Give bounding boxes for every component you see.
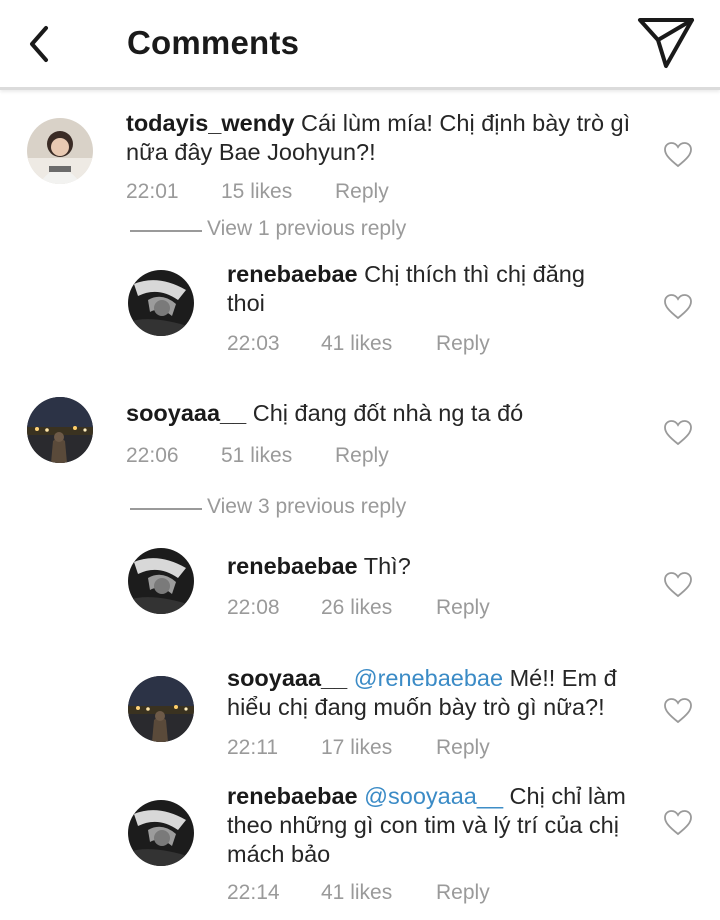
chevron-left-icon	[30, 26, 48, 62]
comment-text: todayis_wendy Cái lùm mía! Chị định bày …	[126, 109, 646, 167]
comment-body: Chị thích thì chị đăng	[364, 261, 585, 287]
comment-body: Chị đang đốt nhà ng ta đó	[252, 400, 524, 426]
comment-time: 22:08	[227, 596, 280, 619]
view-previous-label: View 1 previous reply	[207, 217, 407, 240]
comment-text: renebaebae Thì?	[227, 552, 647, 581]
paper-plane-icon	[638, 18, 694, 68]
heart-icon[interactable]	[664, 142, 692, 168]
comment-body: theo những gì con tim và lý trí của chị	[227, 812, 619, 838]
comment-meta: 22:06 51 likes Reply	[126, 444, 426, 470]
view-previous-label: View 3 previous reply	[207, 495, 407, 518]
comment-meta: 22:01 15 likes Reply	[126, 180, 426, 206]
heart-icon[interactable]	[664, 294, 692, 320]
like-count[interactable]: 41 likes	[321, 881, 392, 905]
comment-body: hiểu chị đang muốn bày trò gì nữa?!	[227, 694, 605, 720]
comment-text: sooyaaa__ @renebaebae Mé!! Em đ hiểu chị…	[227, 664, 647, 722]
avatar[interactable]	[128, 548, 194, 614]
comment-text: sooyaaa__ Chị đang đốt nhà ng ta đó	[126, 399, 646, 428]
avatar[interactable]	[128, 270, 194, 336]
like-count[interactable]: 41 likes	[321, 332, 392, 356]
comment-meta: 22:14 41 likes Reply	[227, 881, 527, 907]
send-button[interactable]	[636, 14, 698, 72]
comment-body: Cái lùm mía! Chị định bày trò gì	[301, 110, 631, 136]
comment-text: renebaebae @sooyaaa__ Chị chỉ làm theo n…	[227, 782, 647, 869]
avatar[interactable]	[128, 676, 194, 742]
comment-meta: 22:11 17 likes Reply	[227, 736, 527, 762]
back-button[interactable]	[22, 22, 62, 66]
like-count[interactable]: 17 likes	[321, 736, 392, 760]
reply-button[interactable]: Reply	[436, 736, 490, 760]
avatar[interactable]	[128, 800, 194, 866]
reply-button[interactable]: Reply	[436, 332, 490, 356]
divider-line	[130, 230, 202, 232]
comment-username[interactable]: renebaebae	[227, 553, 358, 579]
comment-time: 22:11	[227, 736, 278, 759]
comment-username[interactable]: renebaebae	[227, 261, 358, 287]
comment-username[interactable]: renebaebae	[227, 783, 358, 809]
comment-meta: 22:08 26 likes Reply	[227, 596, 527, 622]
comment-time: 22:01	[126, 180, 179, 203]
comment-body: Chị chỉ làm	[509, 783, 626, 809]
comment-time: 22:06	[126, 444, 179, 467]
comment-meta: 22:03 41 likes Reply	[227, 332, 527, 358]
comment-username[interactable]: sooyaaa__	[126, 400, 246, 426]
comment-body: thoi	[227, 290, 265, 316]
page-title: Comments	[127, 24, 300, 61]
comment-time: 22:14	[227, 881, 280, 904]
reply-button[interactable]: Reply	[436, 596, 490, 620]
mention-link[interactable]: @renebaebae	[354, 665, 503, 691]
heart-icon[interactable]	[664, 810, 692, 836]
like-count[interactable]: 15 likes	[221, 180, 292, 204]
reply-button[interactable]: Reply	[335, 180, 389, 204]
comment-username[interactable]: sooyaaa__	[227, 665, 347, 691]
heart-icon[interactable]	[664, 698, 692, 724]
like-count[interactable]: 51 likes	[221, 444, 292, 468]
avatar[interactable]	[27, 397, 93, 463]
heart-icon[interactable]	[664, 420, 692, 446]
reply-button[interactable]: Reply	[436, 881, 490, 905]
comment-body: Mé!! Em đ	[509, 665, 617, 691]
comment-body: mách bảo	[227, 841, 331, 867]
heart-icon[interactable]	[664, 572, 692, 598]
avatar[interactable]	[27, 118, 93, 184]
divider-line	[130, 508, 202, 510]
comments-header: Comments	[0, 0, 720, 90]
comment-text: renebaebae Chị thích thì chị đăng thoi	[227, 260, 647, 318]
like-count[interactable]: 26 likes	[321, 596, 392, 620]
reply-button[interactable]: Reply	[335, 444, 389, 468]
comment-username[interactable]: todayis_wendy	[126, 110, 294, 136]
mention-link[interactable]: @sooyaaa__	[364, 783, 503, 809]
comment-body: nữa đây Bae Joohyun?!	[126, 139, 376, 165]
comment-body: Thì?	[363, 553, 411, 579]
comment-time: 22:03	[227, 332, 280, 355]
